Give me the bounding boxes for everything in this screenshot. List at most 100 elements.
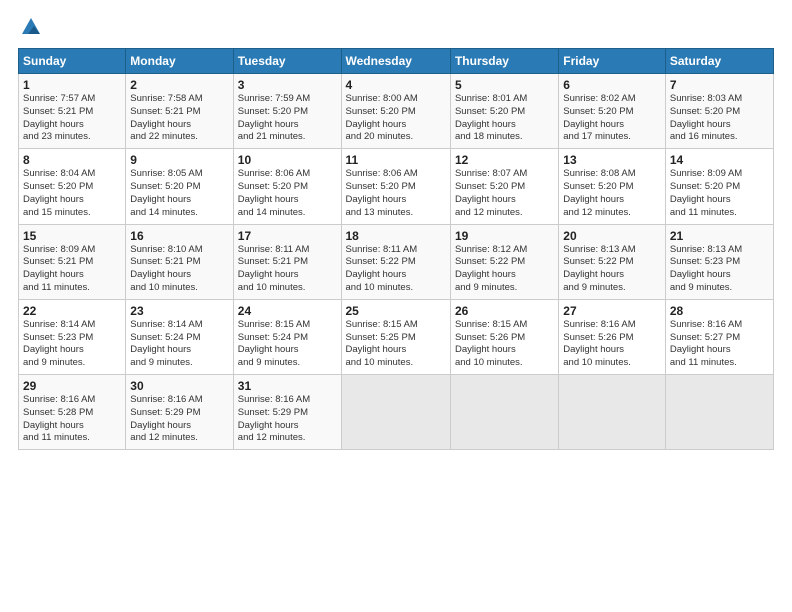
calendar-cell: 23Sunrise: 8:14 AMSunset: 5:24 PMDayligh… <box>126 299 233 374</box>
calendar-cell <box>450 375 558 450</box>
calendar-cell <box>341 375 450 450</box>
calendar-cell: 31Sunrise: 8:16 AMSunset: 5:29 PMDayligh… <box>233 375 341 450</box>
day-info: Sunrise: 8:11 AMSunset: 5:22 PMDaylight … <box>346 244 418 293</box>
day-info: Sunrise: 7:57 AMSunset: 5:21 PMDaylight … <box>23 93 95 142</box>
day-info: Sunrise: 8:01 AMSunset: 5:20 PMDaylight … <box>455 93 527 142</box>
calendar-cell: 18Sunrise: 8:11 AMSunset: 5:22 PMDayligh… <box>341 224 450 299</box>
calendar-cell: 25Sunrise: 8:15 AMSunset: 5:25 PMDayligh… <box>341 299 450 374</box>
day-number: 6 <box>563 78 661 92</box>
day-number: 8 <box>23 153 121 167</box>
calendar-week-row: 29Sunrise: 8:16 AMSunset: 5:28 PMDayligh… <box>19 375 774 450</box>
day-number: 30 <box>130 379 228 393</box>
day-number: 13 <box>563 153 661 167</box>
day-number: 24 <box>238 304 337 318</box>
calendar-header-tuesday: Tuesday <box>233 49 341 74</box>
calendar-cell: 8Sunrise: 8:04 AMSunset: 5:20 PMDaylight… <box>19 149 126 224</box>
day-number: 19 <box>455 229 554 243</box>
calendar-cell: 7Sunrise: 8:03 AMSunset: 5:20 PMDaylight… <box>665 74 773 149</box>
calendar-cell: 19Sunrise: 8:12 AMSunset: 5:22 PMDayligh… <box>450 224 558 299</box>
day-info: Sunrise: 7:58 AMSunset: 5:21 PMDaylight … <box>130 93 202 142</box>
day-number: 31 <box>238 379 337 393</box>
day-number: 3 <box>238 78 337 92</box>
day-info: Sunrise: 8:14 AMSunset: 5:24 PMDaylight … <box>130 319 202 368</box>
calendar-cell: 10Sunrise: 8:06 AMSunset: 5:20 PMDayligh… <box>233 149 341 224</box>
day-info: Sunrise: 8:14 AMSunset: 5:23 PMDaylight … <box>23 319 95 368</box>
calendar-header-row: SundayMondayTuesdayWednesdayThursdayFrid… <box>19 49 774 74</box>
calendar-cell <box>665 375 773 450</box>
calendar-week-row: 8Sunrise: 8:04 AMSunset: 5:20 PMDaylight… <box>19 149 774 224</box>
day-number: 4 <box>346 78 446 92</box>
calendar-cell: 1Sunrise: 7:57 AMSunset: 5:21 PMDaylight… <box>19 74 126 149</box>
day-info: Sunrise: 8:11 AMSunset: 5:21 PMDaylight … <box>238 244 310 293</box>
day-info: Sunrise: 8:08 AMSunset: 5:20 PMDaylight … <box>563 168 635 217</box>
day-info: Sunrise: 8:13 AMSunset: 5:22 PMDaylight … <box>563 244 635 293</box>
day-info: Sunrise: 8:15 AMSunset: 5:24 PMDaylight … <box>238 319 310 368</box>
day-number: 21 <box>670 229 769 243</box>
day-number: 9 <box>130 153 228 167</box>
calendar-cell: 14Sunrise: 8:09 AMSunset: 5:20 PMDayligh… <box>665 149 773 224</box>
calendar-cell: 24Sunrise: 8:15 AMSunset: 5:24 PMDayligh… <box>233 299 341 374</box>
day-number: 26 <box>455 304 554 318</box>
calendar-cell: 27Sunrise: 8:16 AMSunset: 5:26 PMDayligh… <box>559 299 666 374</box>
day-number: 2 <box>130 78 228 92</box>
day-number: 29 <box>23 379 121 393</box>
calendar-cell: 15Sunrise: 8:09 AMSunset: 5:21 PMDayligh… <box>19 224 126 299</box>
day-info: Sunrise: 8:13 AMSunset: 5:23 PMDaylight … <box>670 244 742 293</box>
calendar-week-row: 15Sunrise: 8:09 AMSunset: 5:21 PMDayligh… <box>19 224 774 299</box>
day-info: Sunrise: 8:10 AMSunset: 5:21 PMDaylight … <box>130 244 202 293</box>
day-number: 18 <box>346 229 446 243</box>
day-info: Sunrise: 8:06 AMSunset: 5:20 PMDaylight … <box>346 168 418 217</box>
calendar-cell: 3Sunrise: 7:59 AMSunset: 5:20 PMDaylight… <box>233 74 341 149</box>
calendar-cell: 4Sunrise: 8:00 AMSunset: 5:20 PMDaylight… <box>341 74 450 149</box>
day-info: Sunrise: 8:09 AMSunset: 5:20 PMDaylight … <box>670 168 742 217</box>
calendar-cell: 11Sunrise: 8:06 AMSunset: 5:20 PMDayligh… <box>341 149 450 224</box>
day-number: 5 <box>455 78 554 92</box>
day-info: Sunrise: 8:16 AMSunset: 5:29 PMDaylight … <box>130 394 202 443</box>
calendar-cell: 30Sunrise: 8:16 AMSunset: 5:29 PMDayligh… <box>126 375 233 450</box>
calendar-cell: 21Sunrise: 8:13 AMSunset: 5:23 PMDayligh… <box>665 224 773 299</box>
calendar-table: SundayMondayTuesdayWednesdayThursdayFrid… <box>18 48 774 450</box>
day-info: Sunrise: 7:59 AMSunset: 5:20 PMDaylight … <box>238 93 310 142</box>
logo <box>18 16 42 38</box>
day-number: 7 <box>670 78 769 92</box>
calendar-cell <box>559 375 666 450</box>
calendar-week-row: 1Sunrise: 7:57 AMSunset: 5:21 PMDaylight… <box>19 74 774 149</box>
day-info: Sunrise: 8:16 AMSunset: 5:28 PMDaylight … <box>23 394 95 443</box>
calendar-cell: 6Sunrise: 8:02 AMSunset: 5:20 PMDaylight… <box>559 74 666 149</box>
day-number: 27 <box>563 304 661 318</box>
day-info: Sunrise: 8:04 AMSunset: 5:20 PMDaylight … <box>23 168 95 217</box>
calendar-cell: 12Sunrise: 8:07 AMSunset: 5:20 PMDayligh… <box>450 149 558 224</box>
calendar-cell: 28Sunrise: 8:16 AMSunset: 5:27 PMDayligh… <box>665 299 773 374</box>
calendar-cell: 29Sunrise: 8:16 AMSunset: 5:28 PMDayligh… <box>19 375 126 450</box>
day-number: 22 <box>23 304 121 318</box>
calendar-header-wednesday: Wednesday <box>341 49 450 74</box>
day-info: Sunrise: 8:15 AMSunset: 5:25 PMDaylight … <box>346 319 418 368</box>
calendar-cell: 16Sunrise: 8:10 AMSunset: 5:21 PMDayligh… <box>126 224 233 299</box>
calendar-cell: 26Sunrise: 8:15 AMSunset: 5:26 PMDayligh… <box>450 299 558 374</box>
calendar-header-sunday: Sunday <box>19 49 126 74</box>
page: SundayMondayTuesdayWednesdayThursdayFrid… <box>0 0 792 612</box>
header <box>18 16 774 38</box>
calendar-header-saturday: Saturday <box>665 49 773 74</box>
day-number: 28 <box>670 304 769 318</box>
calendar-week-row: 22Sunrise: 8:14 AMSunset: 5:23 PMDayligh… <box>19 299 774 374</box>
day-number: 14 <box>670 153 769 167</box>
day-number: 1 <box>23 78 121 92</box>
day-info: Sunrise: 8:05 AMSunset: 5:20 PMDaylight … <box>130 168 202 217</box>
day-info: Sunrise: 8:16 AMSunset: 5:27 PMDaylight … <box>670 319 742 368</box>
day-info: Sunrise: 8:09 AMSunset: 5:21 PMDaylight … <box>23 244 95 293</box>
day-number: 10 <box>238 153 337 167</box>
day-number: 20 <box>563 229 661 243</box>
day-number: 25 <box>346 304 446 318</box>
day-number: 12 <box>455 153 554 167</box>
day-info: Sunrise: 8:12 AMSunset: 5:22 PMDaylight … <box>455 244 527 293</box>
day-info: Sunrise: 8:07 AMSunset: 5:20 PMDaylight … <box>455 168 527 217</box>
calendar-cell: 13Sunrise: 8:08 AMSunset: 5:20 PMDayligh… <box>559 149 666 224</box>
calendar-cell: 9Sunrise: 8:05 AMSunset: 5:20 PMDaylight… <box>126 149 233 224</box>
calendar-header-friday: Friday <box>559 49 666 74</box>
calendar-header-thursday: Thursday <box>450 49 558 74</box>
calendar-cell: 2Sunrise: 7:58 AMSunset: 5:21 PMDaylight… <box>126 74 233 149</box>
day-number: 16 <box>130 229 228 243</box>
calendar-cell: 17Sunrise: 8:11 AMSunset: 5:21 PMDayligh… <box>233 224 341 299</box>
calendar-cell: 22Sunrise: 8:14 AMSunset: 5:23 PMDayligh… <box>19 299 126 374</box>
